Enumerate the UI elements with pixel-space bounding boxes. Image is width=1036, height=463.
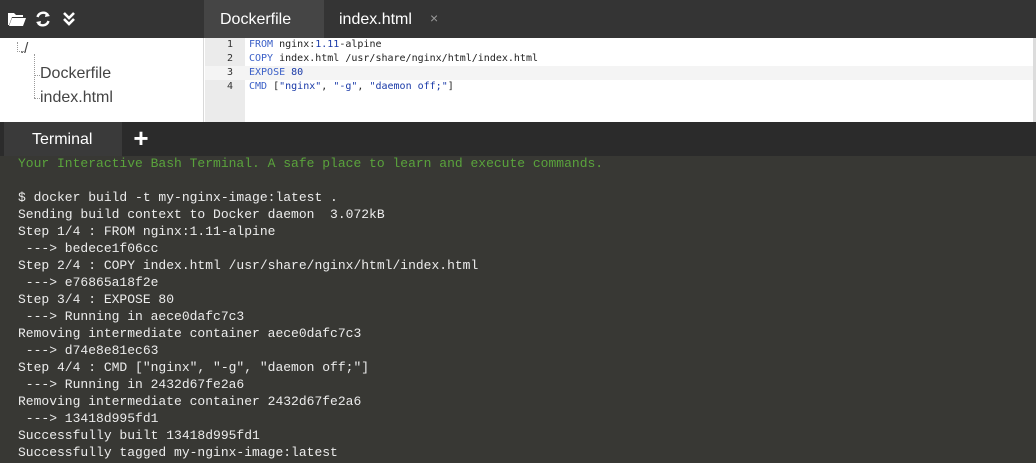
code-token: index.html /usr/share/nginx/html/index.h…	[273, 53, 538, 64]
terminal-line: ---> e76865a18f2e	[18, 275, 159, 290]
line-number: 1	[226, 39, 233, 50]
terminal-line: $ docker build -t my-nginx-image:latest …	[18, 190, 338, 205]
code-token: ,	[357, 81, 370, 92]
code-line-active[interactable]: 3 EXPOSE 80	[205, 66, 1036, 80]
tree-item-index-html[interactable]: index.html	[40, 89, 113, 107]
line-number: 4	[226, 81, 233, 92]
code-editor[interactable]: 1 FROM nginx:1.11-alpine 2 COPY index.ht…	[205, 38, 1036, 122]
terminal-line: Step 2/4 : COPY index.html /usr/share/ng…	[18, 258, 479, 273]
terminal-line: Removing intermediate container aece0daf…	[18, 326, 362, 341]
code-text: FROM nginx:1.11-alpine	[249, 38, 382, 52]
terminal-line: ---> 13418d995fd1	[18, 411, 159, 426]
tab-index-html[interactable]: index.html	[324, 0, 464, 38]
terminal-line: Successfully tagged my-nginx-image:lates…	[18, 445, 338, 460]
add-terminal-button[interactable]: +	[128, 125, 154, 152]
folder-open-icon[interactable]	[6, 8, 28, 30]
code-token: "daemon off;"	[369, 81, 448, 92]
code-text: COPY index.html /usr/share/nginx/html/in…	[249, 52, 538, 66]
code-line[interactable]: 4 CMD ["nginx", "-g", "daemon off;"]	[205, 80, 1036, 94]
code-token: EXPOSE	[249, 67, 286, 78]
code-token: -alpine	[339, 39, 382, 50]
code-line[interactable]: 2 COPY index.html /usr/share/nginx/html/…	[205, 52, 1036, 66]
code-token: nginx:	[273, 39, 316, 50]
tab-label: index.html	[339, 11, 412, 28]
tab-label: Dockerfile	[220, 11, 292, 28]
code-token: COPY	[249, 53, 274, 64]
code-token: [	[267, 81, 280, 92]
code-token: 80	[291, 67, 304, 78]
code-token: FROM	[249, 39, 274, 50]
code-token: ,	[321, 81, 334, 92]
tab-terminal[interactable]: Terminal	[4, 122, 122, 156]
code-text: CMD ["nginx", "-g", "daemon off;"]	[249, 80, 454, 94]
top-toolbar: Dockerfile index.html ×	[0, 0, 1036, 38]
terminal-line: Successfully built 13418d995fd1	[18, 428, 260, 443]
terminal-line: Step 1/4 : FROM nginx:1.11-alpine	[18, 224, 276, 239]
terminal-line: Sending build context to Docker daemon 3…	[18, 207, 385, 222]
tree-item-dockerfile[interactable]: Dockerfile	[40, 65, 111, 83]
tab-label: Terminal	[32, 131, 93, 148]
terminal-line: Step 4/4 : CMD ["nginx", "-g", "daemon o…	[18, 360, 370, 375]
terminal-output[interactable]: Your Interactive Bash Terminal. A safe p…	[0, 156, 1036, 463]
tree-root[interactable]: ./	[20, 40, 28, 57]
file-tree-toolbar	[6, 6, 80, 32]
terminal-line: Removing intermediate container 2432d67f…	[18, 394, 362, 409]
code-token: ]	[447, 81, 454, 92]
line-number: 3	[226, 67, 233, 78]
terminal-tab-bar: Terminal +	[0, 122, 1036, 156]
tab-dockerfile[interactable]: Dockerfile	[204, 0, 324, 38]
terminal-line: Step 3/4 : EXPOSE 80	[18, 292, 175, 307]
terminal-banner: Your Interactive Bash Terminal. A safe p…	[18, 156, 604, 171]
terminal-line: ---> d74e8e81ec63	[18, 343, 159, 358]
code-text: EXPOSE 80	[249, 66, 303, 80]
code-token: "-g"	[333, 81, 358, 92]
terminal-line: ---> Running in 2432d67fe2a6	[18, 377, 245, 392]
tree-connector	[34, 54, 35, 98]
line-number: 2	[226, 53, 233, 64]
terminal-line: ---> bedece1f06cc	[18, 241, 159, 256]
refresh-icon[interactable]	[32, 8, 54, 30]
code-token: CMD	[249, 81, 268, 92]
code-token: "nginx"	[279, 81, 322, 92]
close-tab-icon[interactable]: ×	[430, 10, 438, 26]
file-tree: ./ Dockerfile index.html	[0, 38, 204, 122]
code-line[interactable]: 1 FROM nginx:1.11-alpine	[205, 38, 1036, 52]
code-token: 1.11	[315, 39, 340, 50]
collapse-chevrons-icon[interactable]	[58, 8, 80, 30]
terminal-line: ---> Running in aece0dafc7c3	[18, 309, 245, 324]
